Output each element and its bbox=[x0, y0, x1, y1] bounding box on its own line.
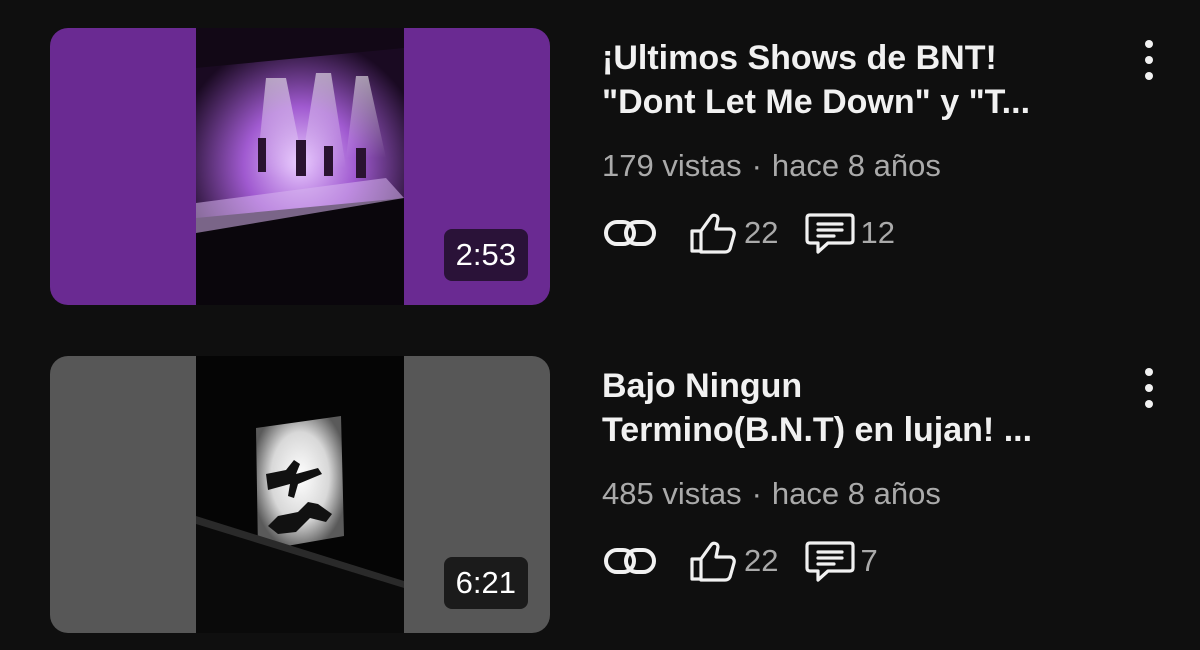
video-title-line-2: Termino(B.N.T) en lujan! ... bbox=[602, 411, 1033, 449]
video-item[interactable]: 2:53 ¡Ultimos Shows de BNT! "Dont Let Me… bbox=[0, 28, 1200, 308]
view-count: 485 vistas bbox=[602, 476, 742, 511]
link-button[interactable] bbox=[602, 544, 658, 578]
upload-age: hace 8 años bbox=[771, 148, 941, 183]
comment-icon bbox=[805, 213, 856, 254]
video-duration-badge: 6:21 bbox=[443, 557, 528, 609]
thumbs-up-icon bbox=[690, 541, 736, 582]
more-options-button[interactable] bbox=[1131, 364, 1167, 412]
comment-count: 7 bbox=[860, 543, 878, 578]
thumbs-up-icon bbox=[690, 213, 736, 254]
video-actions: 22 12 bbox=[602, 208, 895, 258]
more-vertical-icon-dot bbox=[1145, 56, 1153, 64]
like-button[interactable]: 22 bbox=[688, 211, 778, 255]
more-vertical-icon bbox=[1145, 368, 1153, 376]
comment-count: 12 bbox=[860, 215, 895, 250]
more-vertical-icon-dot bbox=[1145, 400, 1153, 408]
link-icon bbox=[604, 220, 656, 246]
more-vertical-icon bbox=[1145, 40, 1153, 48]
video-title[interactable]: ¡Ultimos Shows de BNT! "Dont Let Me Down… bbox=[602, 36, 1112, 124]
comment-icon bbox=[805, 541, 856, 582]
video-title[interactable]: Bajo Ningun Termino(B.N.T) en lujan! ... bbox=[602, 364, 1112, 452]
link-button[interactable] bbox=[602, 216, 658, 250]
thumbnail-image bbox=[196, 356, 404, 633]
video-thumbnail[interactable]: 6:21 bbox=[50, 356, 550, 633]
video-title-line-2: "Dont Let Me Down" y "T... bbox=[602, 83, 1031, 121]
link-icon bbox=[604, 548, 656, 574]
upload-age: hace 8 años bbox=[771, 476, 941, 511]
video-metadata: 485 vistas · hace 8 años bbox=[602, 476, 941, 512]
video-duration-badge: 2:53 bbox=[443, 229, 528, 281]
comment-button[interactable]: 12 bbox=[804, 209, 895, 257]
more-options-button[interactable] bbox=[1131, 36, 1167, 84]
meta-separator: · bbox=[751, 148, 762, 183]
like-count: 22 bbox=[744, 215, 779, 250]
video-thumbnail[interactable]: 2:53 bbox=[50, 28, 550, 305]
comment-button[interactable]: 7 bbox=[804, 537, 878, 585]
video-title-line-1: ¡Ultimos Shows de BNT! bbox=[602, 39, 997, 77]
video-item[interactable]: 6:21 Bajo Ningun Termino(B.N.T) en lujan… bbox=[0, 356, 1200, 636]
more-vertical-icon-dot bbox=[1145, 72, 1153, 80]
video-actions: 22 7 bbox=[602, 536, 878, 586]
video-title-line-1: Bajo Ningun bbox=[602, 367, 803, 405]
video-metadata: 179 vistas · hace 8 años bbox=[602, 148, 941, 184]
thumbnail-image bbox=[196, 28, 404, 305]
like-button[interactable]: 22 bbox=[688, 539, 778, 583]
meta-separator: · bbox=[751, 476, 762, 511]
view-count: 179 vistas bbox=[602, 148, 742, 183]
like-count: 22 bbox=[744, 543, 779, 578]
more-vertical-icon-dot bbox=[1145, 384, 1153, 392]
